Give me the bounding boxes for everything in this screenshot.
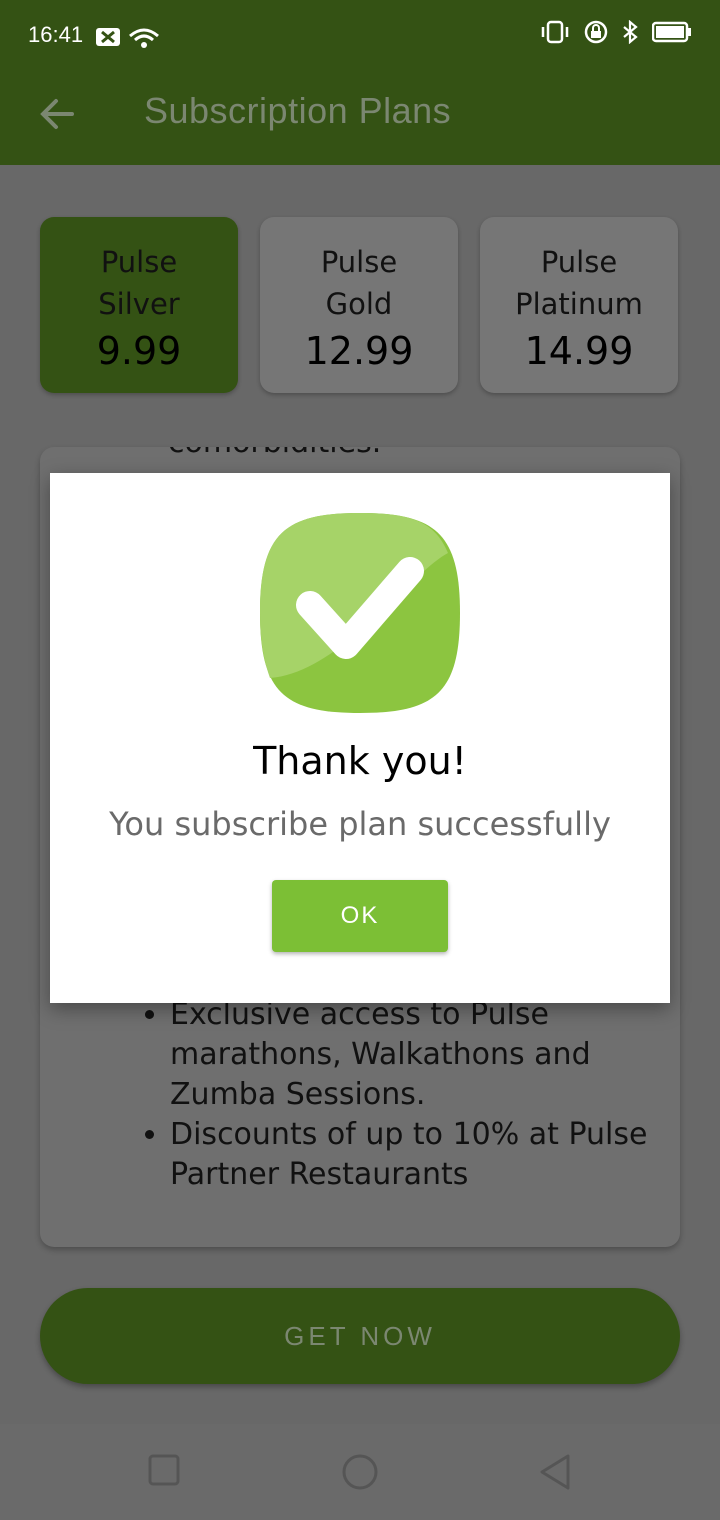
status-time: 16:41 — [28, 22, 84, 47]
plan-platinum-card[interactable]: Pulse Platinum 14.99 — [480, 217, 678, 393]
plan-name: Pulse Silver — [98, 245, 180, 321]
back-nav-icon[interactable] — [538, 1454, 574, 1490]
benefits-list: Exclusive access to Pulse marathons, Wal… — [130, 995, 650, 1195]
status-bar: 16:41 — [0, 0, 720, 72]
status-icons — [540, 20, 692, 44]
page-title: Subscription Plans — [144, 90, 452, 131]
success-dialog: Thank you! You subscribe plan successful… — [50, 473, 670, 1003]
plan-price: 9.99 — [96, 329, 182, 373]
get-now-button[interactable]: GET NOW — [40, 1288, 680, 1384]
vibrate-icon — [541, 20, 569, 44]
plan-silver-card[interactable]: Pulse Silver 9.99 — [40, 217, 238, 393]
notification-icons — [96, 28, 159, 48]
plan-name: Pulse Gold — [320, 245, 398, 321]
plan-name: Pulse Platinum — [515, 245, 643, 321]
recents-icon[interactable] — [148, 1454, 180, 1486]
plan-gold-card[interactable]: Pulse Gold 12.99 — [260, 217, 458, 393]
dialog-message: You subscribe plan successfully — [109, 805, 611, 843]
list-item: Discounts of up to 10% at Pulse Partner … — [170, 1115, 650, 1195]
plan-price: 12.99 — [304, 329, 414, 373]
system-nav-bar — [0, 1424, 720, 1520]
lock-icon — [584, 20, 608, 44]
plan-details-partial-text: comorbidities. — [168, 447, 381, 460]
dialog-title: Thank you! — [253, 739, 467, 783]
plan-price: 14.99 — [524, 329, 634, 373]
battery-icon — [652, 21, 691, 43]
home-icon[interactable] — [340, 1454, 380, 1494]
checkmark-icon — [260, 513, 460, 713]
app-bar: Subscription Plans — [0, 72, 720, 165]
bluetooth-icon — [623, 20, 638, 44]
ok-button[interactable]: OK — [272, 880, 448, 952]
list-item: Exclusive access to Pulse marathons, Wal… — [170, 995, 650, 1115]
back-arrow-icon[interactable] — [36, 92, 80, 136]
